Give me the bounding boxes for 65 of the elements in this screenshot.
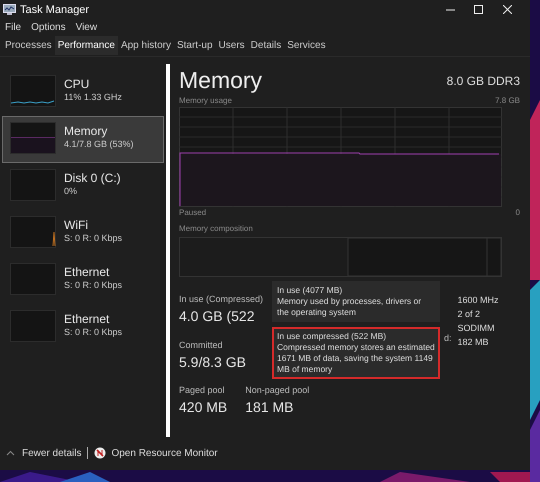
graph-thumbnail [10,310,56,342]
sidebar-item[interactable]: CPU 11% 1.33 GHz [2,68,164,116]
stat-label: Paged pool [179,384,225,397]
stat-value: 420 MB [179,398,228,417]
stat-value: 5.9/8.3 GB [179,352,246,372]
app-icon [3,4,16,16]
chart-label: Memory usage [179,94,232,107]
graph-thumbnail [10,74,56,107]
memory-spec: 8.0 GB DDR3 [446,72,520,90]
sidebar-item[interactable]: WiFi S: 0 R: 0 Kbps [2,210,164,257]
graph-thumbnail [10,122,56,154]
chart-label: Memory composition [179,222,254,235]
tooltip: In use compressed (522 MB) Compressed memory stores an estimated 1671 MB of data, saving the system 1149 MB of memory [272,326,440,379]
device-detail: 11% 1.33 GHz [64,90,122,103]
close-icon [502,5,512,14]
resource-monitor-icon [94,447,106,460]
stat-label: In use (Compressed) [179,292,264,306]
spec-value: 1600 MHz [458,294,499,307]
device-name: Ethernet [64,312,110,326]
graph-thumbnail [10,168,56,201]
stat-label: Committed [179,338,223,352]
graph-thumbnail [10,262,56,295]
spec-value: SODIMM [458,322,496,335]
device-detail: S: 0 R: 0 Kbps [64,232,122,244]
tab[interactable]: Performance [54,36,118,56]
spec-value: 182 MB [458,336,490,349]
chevron-up-icon [6,450,15,456]
menu-item[interactable]: Options [31,20,66,36]
menu-item[interactable]: File [5,20,22,36]
graph-thumbnail [10,216,56,248]
stat-value: 181 MB [245,398,294,417]
sidebar-item[interactable]: Ethernet S: 0 R: 0 Kbps [2,304,164,351]
paused-label: Paused [179,206,206,219]
stat-label: Non-paged pool [245,384,310,397]
tab[interactable]: App history [118,36,174,56]
sidebar-item[interactable]: Disk 0 (C:) 0% [2,162,164,210]
menu-item[interactable]: View [76,20,98,36]
device-detail: S: 0 R: 0 Kbps [64,278,122,291]
sidebar-item[interactable]: Ethernet S: 0 R: 0 Kbps [2,256,164,304]
window-title: Task Manager [20,2,90,18]
device-detail: 4.1/7.8 GB (53%) [64,138,134,150]
hidden-label: d: [444,332,452,345]
device-name: Memory [64,124,108,138]
device-name: Ethernet [64,264,110,279]
device-detail: S: 0 R: 0 Kbps [64,326,122,338]
tab[interactable]: Details [248,36,284,56]
device-name: CPU [64,76,90,91]
panel-title: Memory [179,66,262,93]
device-detail: 0% [64,184,78,197]
maximize-icon [474,5,482,14]
device-name: Disk 0 (C:) [64,170,121,185]
resource-monitor-link[interactable]: Open Resource Monitor [94,446,218,461]
stat-value: 4.0 GB (522 [179,306,254,326]
fewer-details-button[interactable]: Fewer details [6,446,82,461]
device-name: WiFi [64,218,89,232]
tab[interactable]: Start-up [174,36,216,56]
axis-min-label: 0 [516,206,520,219]
sidebar-item[interactable]: Memory 4.1/7.8 GB (53%) [2,116,164,163]
tab[interactable]: Users [216,36,248,56]
scrollbar[interactable] [166,64,170,437]
tab[interactable]: Processes [2,36,55,56]
tab[interactable]: Services [284,36,329,56]
spec-value: 2 of 2 [458,308,482,321]
tooltip: In use (4077 MB) Memory used by processes, drivers or the operating system [272,280,440,322]
chart-max-label: 7.8 GB [495,94,520,107]
